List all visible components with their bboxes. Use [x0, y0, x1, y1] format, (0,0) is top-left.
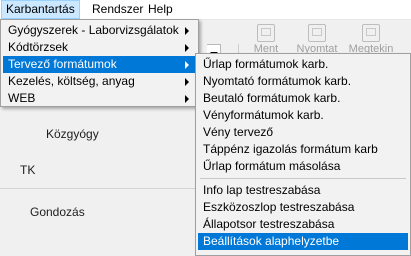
- printer-icon: [308, 24, 326, 42]
- submenu-item-venyformatumok[interactable]: Vényformátumok karb.: [198, 107, 408, 124]
- submenu-arrow-icon: [185, 95, 189, 103]
- menu-item-kezeles[interactable]: Kezelés, költség, anyag: [3, 73, 196, 90]
- menu-item-label: Kódtörzsek: [8, 40, 69, 54]
- menu-item-tervezo-formatumok[interactable]: Tervező formátumok: [3, 56, 196, 73]
- menu-karbantartas[interactable]: Karbantartás: [1, 0, 80, 19]
- submenu-arrow-icon: [185, 27, 189, 35]
- submenu-arrow-icon: [185, 44, 189, 52]
- menu-item-label: Kezelés, költség, anyag: [8, 74, 135, 88]
- label-tk: TK: [20, 163, 36, 177]
- submenu-item-allapotsor[interactable]: Állapotsor testreszabása: [198, 216, 408, 233]
- submenu-arrow-icon: [185, 78, 189, 86]
- divider: [0, 188, 195, 189]
- submenu-item-urlap-formatumok[interactable]: Űrlap formátumok karb.: [198, 56, 408, 73]
- menu-item-gyogyszerek[interactable]: Gyógyszerek - Laborvizsgálatok: [3, 22, 196, 39]
- submenu-item-veny-tervezo[interactable]: Vény tervező: [198, 124, 408, 141]
- submenu-item-urlap-masolasa[interactable]: Űrlap formátum másolása: [198, 158, 408, 175]
- menu-bar: Karbantartás Rendszer Help: [0, 0, 411, 20]
- menu-item-label: Tervező formátumok: [8, 57, 117, 71]
- menu-item-label: WEB: [8, 91, 36, 105]
- menu-item-kodtorzsek[interactable]: Kódtörzsek: [3, 39, 196, 56]
- menu-rendszer[interactable]: Rendszer: [87, 0, 148, 19]
- menu-separator: [200, 178, 406, 179]
- label-kozgyogy: Közgyógy: [46, 127, 99, 141]
- save-icon: [257, 24, 275, 42]
- tervezo-formatumok-submenu: Űrlap formátumok karb. Nyomtató formátum…: [195, 53, 411, 256]
- submenu-item-info-lap[interactable]: Info lap testreszabása: [198, 182, 408, 199]
- submenu-item-beallitasok-alaphelyzetbe[interactable]: Beállítások alaphelyzetbe: [198, 233, 408, 250]
- submenu-item-nyomtato-formatumok[interactable]: Nyomtató formátumok karb.: [198, 73, 408, 90]
- view-icon: [362, 24, 380, 42]
- submenu-item-eszkozoszlop[interactable]: Eszközoszlop testreszabása: [198, 199, 408, 216]
- submenu-arrow-icon: [185, 61, 189, 69]
- karbantartas-menu: Gyógyszerek - Laborvizsgálatok Kódtörzse…: [0, 19, 199, 107]
- menu-help[interactable]: Help: [143, 0, 178, 19]
- menu-item-label: Gyógyszerek - Laborvizsgálatok: [8, 23, 179, 37]
- submenu-item-beutalo-formatumok[interactable]: Beutaló formátumok karb.: [198, 90, 408, 107]
- menu-item-web[interactable]: WEB: [3, 90, 196, 107]
- label-gondozas: Gondozás: [30, 205, 85, 219]
- submenu-item-tappenz-igazolas[interactable]: Táppénz igazolás formátum karb: [198, 141, 408, 158]
